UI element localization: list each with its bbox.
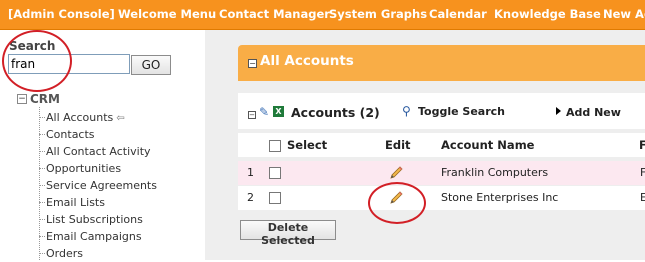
header-extra: F	[639, 138, 645, 152]
sidebar-item-all-contact-activity[interactable]: All Contact Activity	[39, 143, 151, 160]
sidebar-item-opportunities[interactable]: Opportunities	[39, 160, 121, 177]
add-new-link[interactable]: Add New	[566, 106, 621, 119]
pencil-icon[interactable]	[388, 190, 404, 206]
current-arrow-icon: ⇦	[116, 113, 125, 124]
header-edit: Edit	[385, 138, 411, 152]
tree-collapse-icon[interactable]: −	[17, 94, 27, 104]
sidebar-item-label: Orders	[46, 247, 83, 260]
nav-welcome-menu[interactable]: Welcome Menu	[118, 0, 216, 29]
accounts-toolbar: − ✎ X Accounts (2) ⚲ Toggle Search Add N…	[238, 93, 645, 129]
row-number: 1	[247, 166, 254, 179]
table-row: 1 Franklin Computers F	[238, 161, 645, 185]
sidebar-item-contacts[interactable]: Contacts	[39, 126, 95, 143]
extra-cell: E	[640, 191, 645, 204]
add-arrow-icon	[556, 107, 561, 115]
search-icon[interactable]: ⚲	[402, 104, 411, 118]
top-nav: [Admin Console] Welcome Menu Contact Man…	[0, 0, 645, 30]
collapse-icon[interactable]: −	[248, 59, 257, 68]
search-label: Search	[9, 39, 56, 53]
nav-admin-console[interactable]: [Admin Console]	[8, 0, 115, 29]
sidebar-item-list-subscriptions[interactable]: List Subscriptions	[39, 211, 143, 228]
nav-calendar[interactable]: Calendar	[429, 0, 487, 29]
sidebar-item-label: Email Campaigns	[46, 230, 142, 243]
extra-cell: F	[640, 166, 645, 179]
header-select: Select	[287, 138, 328, 152]
sidebar-item-label: Opportunities	[46, 162, 122, 175]
collapse-small-icon[interactable]: −	[248, 111, 256, 119]
sidebar-item-label: Contacts	[46, 128, 95, 141]
sidebar-item-service-agreements[interactable]: Service Agreements	[39, 177, 157, 194]
table-row: 2 Stone Enterprises Inc E	[238, 186, 645, 210]
sidebar: Search GO − CRM All Accounts⇦ Contacts A…	[0, 30, 204, 260]
sidebar-item-email-campaigns[interactable]: Email Campaigns	[39, 228, 142, 245]
main-content: − All Accounts − ✎ X Accounts (2) ⚲ Togg…	[205, 30, 645, 260]
pencil-icon[interactable]	[388, 165, 404, 181]
table-header-row: Select Edit Account Name F	[238, 133, 645, 157]
sidebar-item-orders[interactable]: Orders	[39, 245, 83, 262]
sidebar-item-all-accounts[interactable]: All Accounts ⇦	[39, 109, 125, 126]
excel-export-icon[interactable]: X	[273, 106, 284, 117]
row-number: 2	[247, 191, 254, 204]
sidebar-item-label: Service Agreements	[46, 179, 157, 192]
nav-new-account[interactable]: New Ac	[603, 0, 645, 29]
sidebar-item-label: List Subscriptions	[46, 213, 143, 226]
sidebar-item-label: All Contact Activity	[46, 145, 151, 158]
sidebar-item-email-lists[interactable]: Email Lists	[39, 194, 105, 211]
accounts-count-title: Accounts (2)	[291, 105, 380, 120]
search-input[interactable]	[8, 54, 130, 74]
tree-root-crm[interactable]: CRM	[30, 92, 60, 106]
select-all-checkbox[interactable]	[269, 140, 281, 152]
nav-system-graphs[interactable]: System Graphs	[329, 0, 427, 29]
edit-icon[interactable]: ✎	[259, 105, 269, 119]
account-name-cell[interactable]: Stone Enterprises Inc	[441, 191, 558, 204]
row-checkbox[interactable]	[269, 167, 281, 179]
header-account-name[interactable]: Account Name	[441, 138, 534, 152]
sidebar-item-label: All Accounts	[46, 111, 114, 124]
panel-header: − All Accounts	[238, 45, 645, 81]
row-checkbox[interactable]	[269, 192, 281, 204]
toggle-search-link[interactable]: Toggle Search	[418, 105, 505, 118]
nav-contact-manager[interactable]: Contact Manager	[219, 0, 330, 29]
nav-knowledge-base[interactable]: Knowledge Base	[494, 0, 601, 29]
panel-title: All Accounts	[260, 53, 354, 69]
account-name-cell[interactable]: Franklin Computers	[441, 166, 548, 179]
delete-selected-button[interactable]: Delete Selected	[240, 220, 336, 247]
go-button[interactable]: GO	[131, 55, 171, 75]
sidebar-item-label: Email Lists	[46, 196, 105, 209]
